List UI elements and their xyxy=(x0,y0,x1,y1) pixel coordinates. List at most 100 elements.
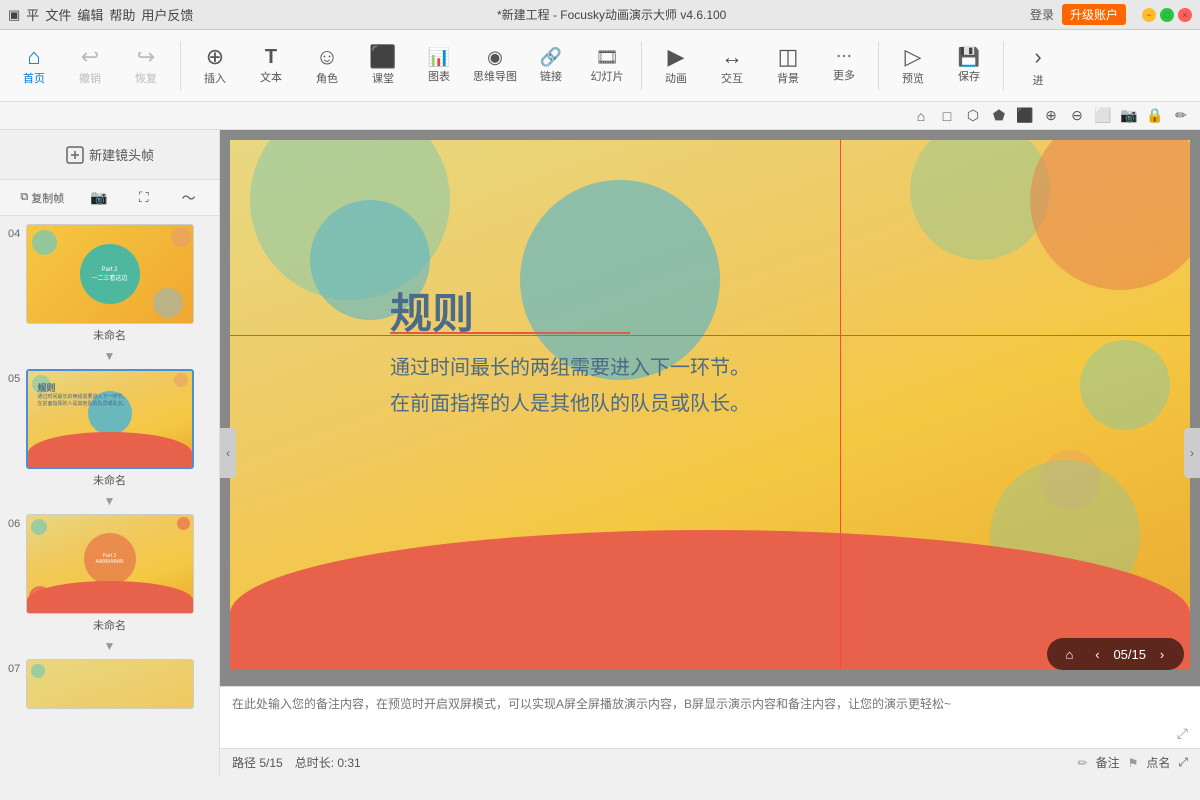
close-button[interactable]: × xyxy=(1178,8,1192,22)
add-frame-label: 新建镜头帧 xyxy=(89,145,154,164)
canvas-cut-btn[interactable]: ⬛ xyxy=(1014,105,1036,127)
notes-input[interactable] xyxy=(220,687,1200,748)
canvas-lock-btn[interactable]: 🔒 xyxy=(1144,105,1166,127)
slide-item-07[interactable]: 07 xyxy=(0,655,219,713)
titlebar-left: ▣ 平 文件 编辑 帮助 用户反馈 xyxy=(8,5,193,24)
nav-home-button[interactable]: ⌂ xyxy=(1057,642,1081,666)
toolbar-insert[interactable]: ⊕ 插入 xyxy=(189,34,241,98)
toolbar-chart[interactable]: 📊 图表 xyxy=(413,34,465,98)
app-title: *新建工程 - Focusky动画演示大师 v4.6.100 xyxy=(193,6,1030,23)
sep2 xyxy=(641,41,642,91)
toolbar-link[interactable]: 🔗 链接 xyxy=(525,34,577,98)
menu-help[interactable]: 帮助 xyxy=(109,5,135,24)
canvas-copy2-btn[interactable]: ⬡ xyxy=(962,105,984,127)
bookmark-button[interactable]: 点名 xyxy=(1146,754,1170,771)
login-button[interactable]: 登录 xyxy=(1030,6,1054,23)
class-icon: ⬛ xyxy=(369,46,396,68)
add-frame-button[interactable]: 新建镜头帧 xyxy=(0,130,219,180)
minimize-button[interactable]: − xyxy=(1142,8,1156,22)
slide-item-04[interactable]: 04 Part 2 一二三看这边 未命名 xyxy=(0,220,219,347)
forward-label: 进 xyxy=(1033,72,1044,88)
left-panel-collapse[interactable]: ‹ xyxy=(220,428,236,478)
canvas-copy-btn[interactable]: □ xyxy=(936,105,958,127)
toolbar-more[interactable]: ⋯ 更多 xyxy=(818,34,870,98)
save-label: 保存 xyxy=(958,68,980,84)
camera-button[interactable]: 📷 xyxy=(85,184,113,212)
canvas-screenshot-btn[interactable]: 📷 xyxy=(1118,105,1140,127)
slides-list: 04 Part 2 一二三看这边 未命名 ▼ xyxy=(0,216,219,776)
canvas-zoomin-btn[interactable]: ⊕ xyxy=(1040,105,1062,127)
home-label: 首页 xyxy=(23,70,45,86)
canvas-zoomout-btn[interactable]: ⊖ xyxy=(1066,105,1088,127)
toolbar-text[interactable]: T 文本 xyxy=(245,34,297,98)
insert-label: 插入 xyxy=(204,70,226,86)
toolbar-class[interactable]: ⬛ 课堂 xyxy=(357,34,409,98)
more-icon: ⋯ xyxy=(836,49,852,65)
nav-prev-button[interactable]: ‹ xyxy=(1085,642,1109,666)
sep3 xyxy=(878,41,879,91)
menu-edit[interactable]: 编辑 xyxy=(77,5,103,24)
canvas-home-btn[interactable]: ⌂ xyxy=(910,105,932,127)
link-label: 链接 xyxy=(540,68,562,84)
sep4 xyxy=(1003,41,1004,91)
canvas-area: 规则 通过时间最长的两组需要进入下一环节。 在前面指挥的人是其他队的队员或队长。… xyxy=(220,130,1200,776)
nav-next-button[interactable]: › xyxy=(1150,642,1174,666)
toolbar-home[interactable]: ⌂ 首页 xyxy=(8,34,60,98)
toolbar-slide[interactable]: 🎞 幻灯片 xyxy=(581,34,633,98)
slide-thumb-05: 规则 通过时间最长的两组需要进入下一环节。 在前面指挥的人是其他队的队员或队长。 xyxy=(26,369,194,469)
toolbar-preview[interactable]: ▷ 预览 xyxy=(887,34,939,98)
slide-item-05[interactable]: 05 规则 通过时间最长的两组需要进入下一环 xyxy=(0,365,219,492)
slide-canvas[interactable]: 规则 通过时间最长的两组需要进入下一环节。 在前面指挥的人是其他队的队员或队长。 xyxy=(230,140,1190,670)
canvas-paste-btn[interactable]: ⬟ xyxy=(988,105,1010,127)
preview-icon: ▷ xyxy=(905,46,922,68)
redo-icon: ↪ xyxy=(137,46,155,68)
toolbar: ⌂ 首页 ↩ 撤销 ↪ 恢复 ⊕ 插入 T 文本 ☺ 角色 ⬛ 课堂 📊 图表 … xyxy=(0,30,1200,102)
menu-ping[interactable]: 平 xyxy=(26,5,39,24)
animate-label: 动画 xyxy=(665,70,687,86)
save-icon: 💾 xyxy=(958,48,980,66)
text-label: 文本 xyxy=(260,69,282,85)
status-right: ✏ 备注 ⚑ 点名 ⤢ xyxy=(1078,754,1188,771)
undo-icon: ↩ xyxy=(81,46,99,68)
toolbar-undo[interactable]: ↩ 撤销 xyxy=(64,34,116,98)
toolbar-redo[interactable]: ↪ 恢复 xyxy=(120,34,172,98)
titlebar-right: 登录 升级账户 − □ × xyxy=(1030,4,1192,25)
copy-frame-button[interactable]: ⧉ 复制帧 xyxy=(16,184,68,212)
slide-name-04: 未命名 xyxy=(93,327,126,343)
toolbar-mindmap[interactable]: ◉ 思维导图 xyxy=(469,34,521,98)
canvas-body-line2: 在前面指挥的人是其他队的队员或队长。 xyxy=(390,386,750,422)
maximize-button[interactable]: □ xyxy=(1160,8,1174,22)
upgrade-button[interactable]: 升级账户 xyxy=(1062,4,1126,25)
expand-button[interactable]: ⤢ xyxy=(1178,755,1188,770)
insert-icon: ⊕ xyxy=(206,46,224,68)
chart-label: 图表 xyxy=(428,68,450,84)
bottom-area: ⤢ 路径 5/15 总时长: 0:31 ✏ 备注 ⚑ 点名 ⤢ xyxy=(220,686,1200,776)
canvas-body[interactable]: 通过时间最长的两组需要进入下一环节。 在前面指挥的人是其他队的队员或队长。 xyxy=(390,350,750,422)
fit-frame-button[interactable]: ⛶ xyxy=(130,184,158,212)
chart-icon: 📊 xyxy=(428,48,450,66)
canvas-edit-btn[interactable]: ✏ xyxy=(1170,105,1192,127)
sep1 xyxy=(180,41,181,91)
toolbar-role[interactable]: ☺ 角色 xyxy=(301,34,353,98)
toolbar-bg[interactable]: ◫ 背景 xyxy=(762,34,814,98)
notes-button[interactable]: 备注 xyxy=(1096,754,1120,771)
right-panel-collapse[interactable]: › xyxy=(1184,428,1200,478)
slide-number-07: 07 xyxy=(8,663,20,675)
slide-item-06[interactable]: 06 Part 3 AABB/ABAB 未命名 xyxy=(0,510,219,637)
slide-thumb-06: Part 3 AABB/ABAB xyxy=(26,514,194,614)
main-area: 新建镜头帧 ⧉ 复制帧 📷 ⛶ 〜 04 xyxy=(0,130,1200,776)
menu-feedback[interactable]: 用户反馈 xyxy=(141,5,193,24)
canvas-fit-btn[interactable]: ⬜ xyxy=(1092,105,1114,127)
expand-notes-button[interactable]: ⤢ xyxy=(1177,725,1188,742)
wave-button[interactable]: 〜 xyxy=(175,184,203,212)
window-controls: − □ × xyxy=(1142,8,1192,22)
toolbar-forward[interactable]: › 进 xyxy=(1012,34,1064,98)
toolbar-save[interactable]: 💾 保存 xyxy=(943,34,995,98)
toolbar-animate[interactable]: ▶ 动画 xyxy=(650,34,702,98)
menu-file[interactable]: 文件 xyxy=(45,5,71,24)
slide-icon: 🎞 xyxy=(596,48,619,66)
frame-controls: ⧉ 复制帧 📷 ⛶ 〜 xyxy=(0,180,219,216)
toolbar-interact[interactable]: ↔ 交互 xyxy=(706,34,758,98)
slide-arrow-04: ▼ xyxy=(0,349,219,363)
canvas-title-underline xyxy=(390,332,630,334)
